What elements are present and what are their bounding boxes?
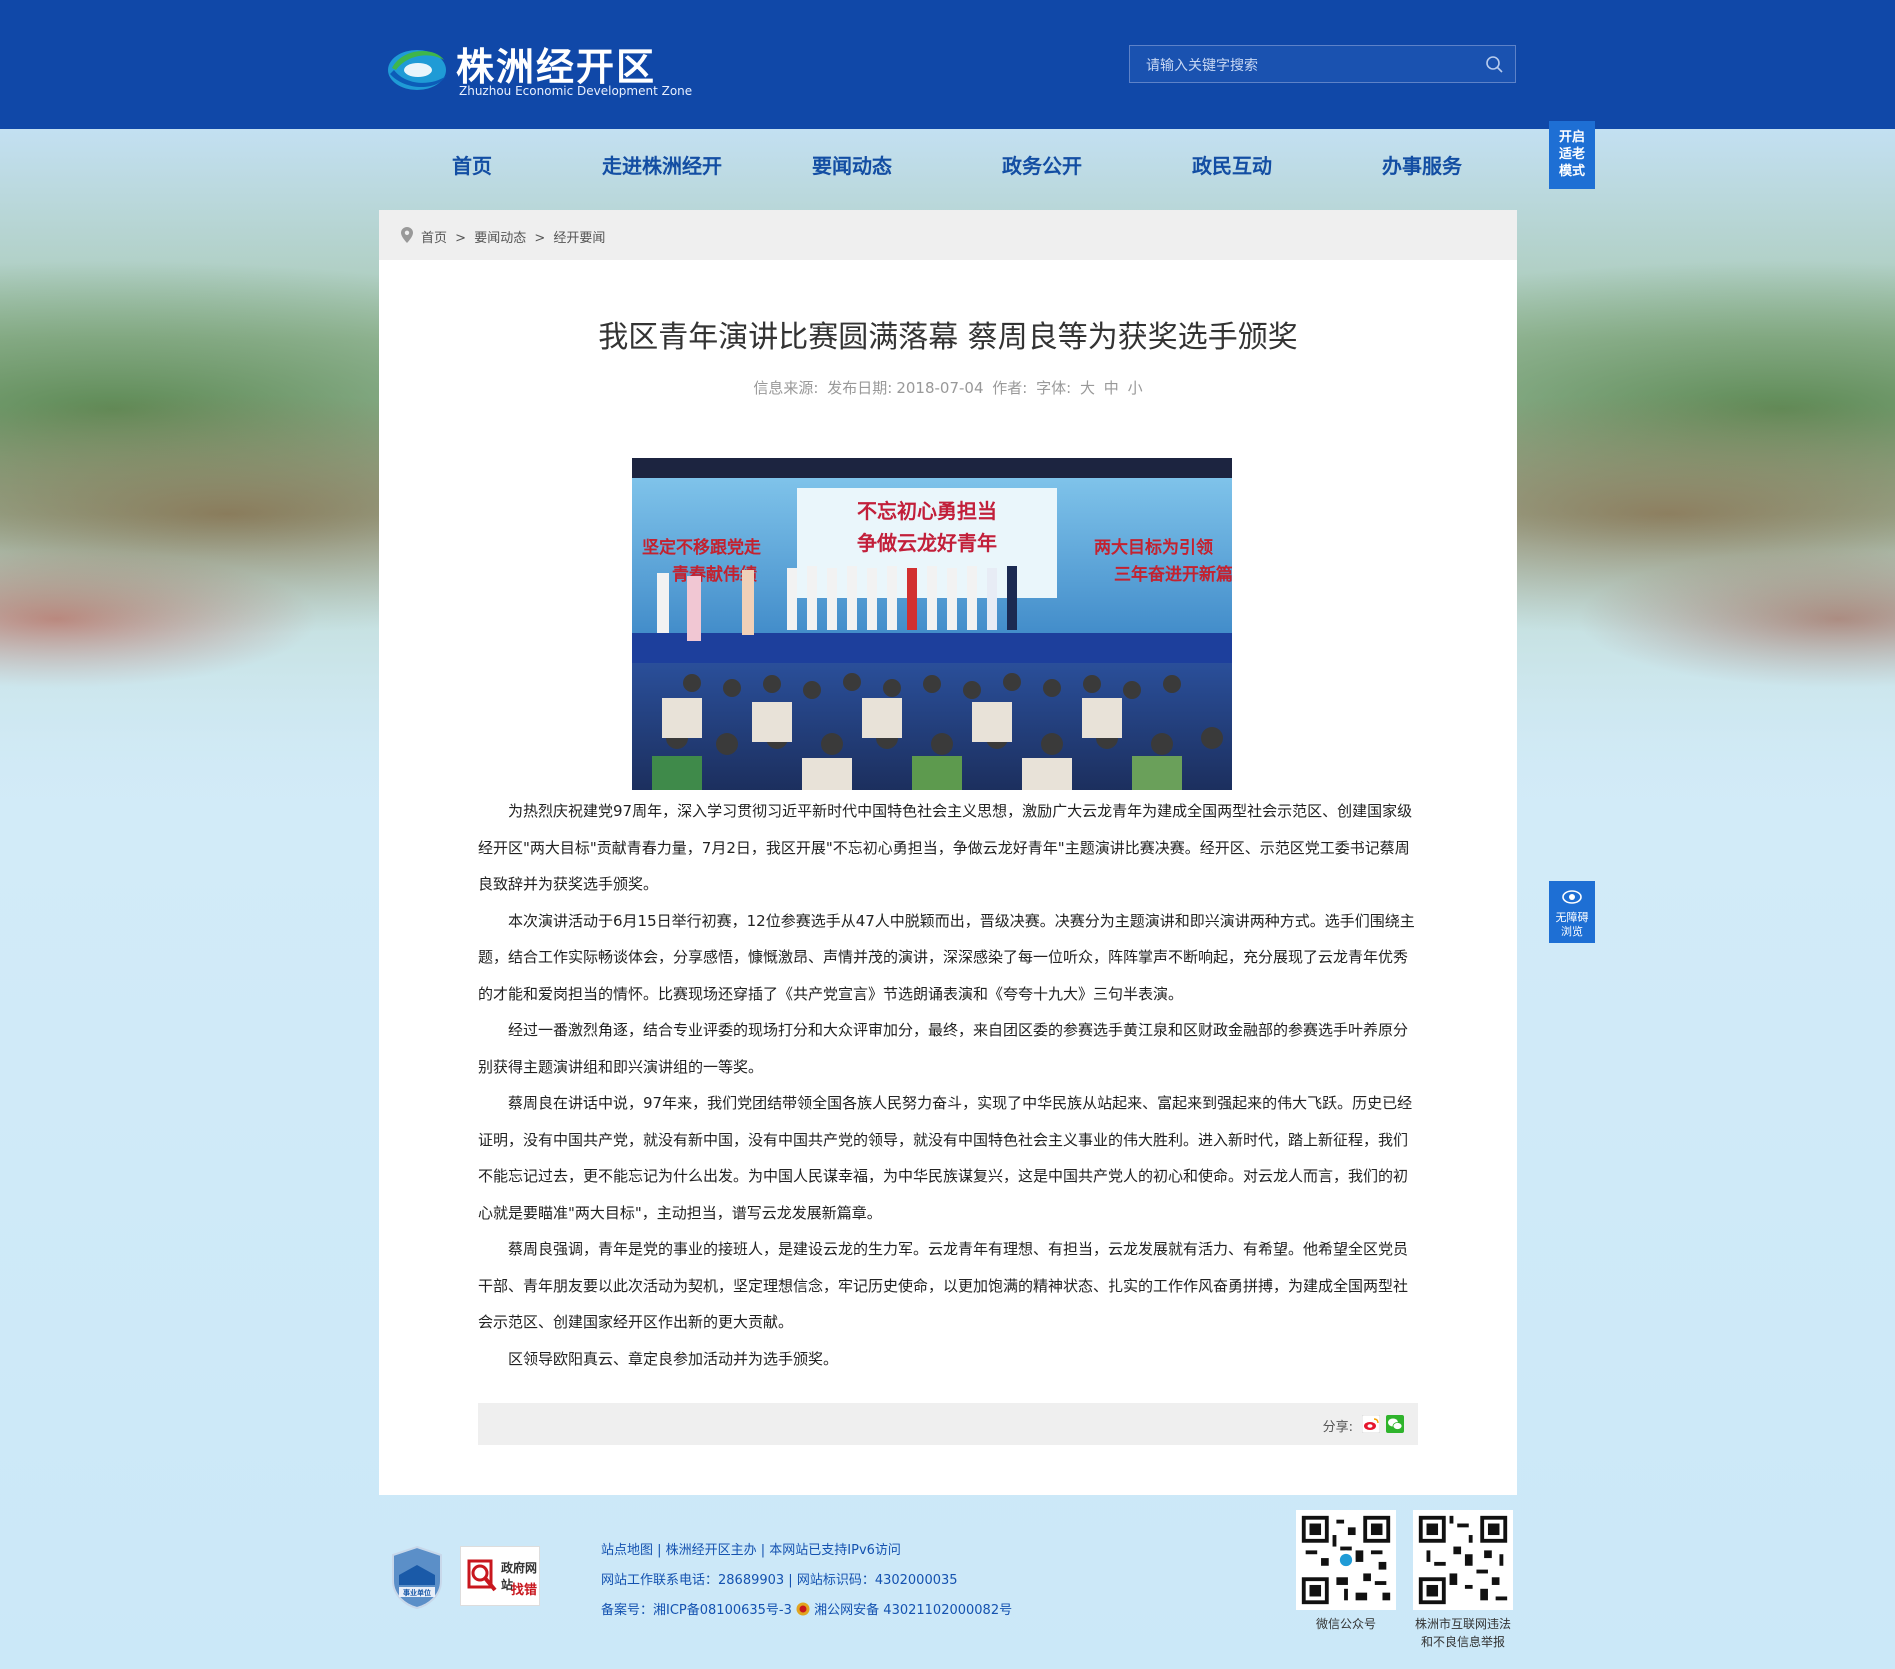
report-qr-label-line2: 和不良信息举报 (1420, 1635, 1505, 1649)
article-paragraph: 蔡周良强调，青年是党的事业的接班人，是建设云龙的生力军。云龙青年有理想、有担当，… (478, 1240, 1409, 1331)
magnifier-icon (467, 1559, 497, 1592)
gov-site-error-report-badge[interactable]: 政府网站 找错 (460, 1546, 540, 1606)
logo-icon[interactable] (386, 40, 448, 96)
meta-author-label: 作者: (992, 379, 1028, 397)
accessibility-line2: 浏览 (1561, 925, 1583, 938)
accessibility-line1: 无障碍 (1555, 911, 1589, 924)
breadcrumb-current[interactable]: 经开要闻 (553, 231, 605, 246)
report-qr-label-line1: 株洲市互联网违法 (1414, 1617, 1511, 1631)
search-box (1129, 45, 1516, 83)
logo-subtitle: Zhuzhou Economic Development Zone (459, 84, 693, 98)
article-paragraph: 为热烈庆祝建党97周年，深入学习贯彻习近平新时代中国特色社会主义思想，激励广大云… (478, 802, 1413, 893)
article-photo: 不忘初心勇担当 争做云龙好青年 坚定不移跟党走 青春献伟绩 两大目标为引领 三年… (632, 458, 1232, 790)
font-size-large[interactable]: 大 (1080, 379, 1095, 397)
share-bar: 分享: (478, 1403, 1418, 1445)
badge2-line2: 找错 (511, 1583, 538, 1598)
nav-gov-affairs[interactable]: 政务公开 (1002, 150, 1082, 179)
icp-record[interactable]: 备案号：湘ICP备08100635号-3 (601, 1603, 792, 1618)
accessibility-button[interactable]: 无障碍 浏览 (1549, 881, 1595, 943)
nav-interaction[interactable]: 政民互动 (1192, 150, 1272, 179)
article-paragraph: 区领导欧阳真云、章定良参加活动并为选手颁奖。 (508, 1349, 839, 1368)
font-size-small[interactable]: 小 (1128, 379, 1143, 397)
nav-home[interactable]: 首页 (452, 150, 492, 179)
nav-about[interactable]: 走进株洲经开 (602, 150, 722, 179)
meta-date-label: 发布日期: (827, 379, 893, 397)
wechat-icon[interactable] (1386, 1415, 1404, 1433)
search-icon[interactable] (1485, 55, 1503, 73)
meta-font-label: 字体: (1036, 379, 1072, 397)
police-badge-icon (796, 1602, 810, 1616)
public-institution-badge[interactable]: 事业单位 (391, 1545, 443, 1609)
breadcrumb: 首页 > 要闻动态 > 经开要闻 (379, 210, 1517, 260)
article-meta: 信息来源: 发布日期: 2018-07-04 作者: 字体: 大 中 小 (379, 377, 1517, 398)
meta-date: 2018-07-04 (896, 379, 984, 397)
site-header: 株洲经开区 Zhuzhou Economic Development Zone (0, 0, 1895, 129)
wechat-qr-code (1296, 1510, 1396, 1610)
breadcrumb-home[interactable]: 首页 (421, 231, 447, 246)
article-paragraph: 本次演讲活动于6月15日举行初赛，12位参赛选手从47人中脱颖而出，晋级决赛。决… (478, 911, 1415, 1003)
article-title: 我区青年演讲比赛圆满落幕 蔡周良等为获奖选手颁奖 (598, 320, 1298, 355)
elder-mode-button[interactable]: 开启 适老 模式 (1549, 121, 1595, 189)
badge1-text: 事业单位 (403, 1588, 431, 1597)
article-body: 为热烈庆祝建党97周年，深入学习贯彻习近平新时代中国特色社会主义思想，激励广大云… (478, 793, 1418, 1377)
share-label: 分享: (1322, 1420, 1353, 1435)
nav-news[interactable]: 要闻动态 (812, 150, 892, 179)
location-pin-icon (401, 227, 413, 243)
article-panel: 首页 > 要闻动态 > 经开要闻 我区青年演讲比赛圆满落幕 蔡周良等为获奖选手颁… (379, 210, 1517, 1495)
footer-icp: 备案号：湘ICP备08100635号-3 湘公网安备 4302110200008… (601, 1599, 1012, 1618)
footer-contact: 网站工作联系电话：28689903 | 网站标识码：4302000035 (601, 1573, 958, 1588)
main-nav: 首页 走进株洲经开 要闻动态 政务公开 政民互动 办事服务 (396, 150, 1506, 190)
article-paragraph: 蔡周良在讲话中说，97年来，我们党团结带领全国各族人民努力奋斗，实现了中华民族从… (478, 1094, 1413, 1222)
article-paragraph: 经过一番激烈角逐，结合专业评委的现场打分和大众评审加分，最终，来自团区委的参赛选… (478, 1021, 1409, 1076)
wechat-qr-label: 微信公众号 (1315, 1617, 1376, 1631)
elder-mode-line1: 开启 (1558, 130, 1585, 145)
breadcrumb-separator: > (534, 231, 546, 246)
report-qr-label: 株洲市互联网违法 和不良信息举报 (1400, 1615, 1526, 1651)
footer-links[interactable]: 站点地图 | 株洲经开区主办 | 本网站已支持IPv6访问 (601, 1539, 901, 1558)
elder-mode-line2: 适老 (1558, 147, 1585, 162)
nav-services[interactable]: 办事服务 (1382, 150, 1462, 179)
breadcrumb-separator: > (455, 231, 467, 246)
search-input[interactable] (1144, 54, 1468, 78)
font-size-medium[interactable]: 中 (1104, 379, 1119, 397)
photo-right-line1: 两大目标为引领 (1094, 537, 1213, 558)
eye-icon (1562, 890, 1582, 904)
photo-left-line1: 坚定不移跟党走 (642, 537, 761, 558)
photo-right-line2: 三年奋进开新篇 (1114, 564, 1232, 585)
elder-mode-line3: 模式 (1558, 164, 1585, 179)
photo-banner-line2: 争做云龙好青年 (857, 531, 997, 555)
weibo-icon[interactable] (1362, 1415, 1380, 1433)
logo-title[interactable]: 株洲经开区 (456, 36, 656, 91)
report-qr-code (1413, 1510, 1513, 1610)
public-security-record[interactable]: 湘公网安备 43021102000082号 (814, 1603, 1012, 1618)
breadcrumb-news[interactable]: 要闻动态 (474, 231, 526, 246)
meta-source-label: 信息来源: (753, 379, 819, 397)
photo-banner-line1: 不忘初心勇担当 (857, 499, 997, 523)
